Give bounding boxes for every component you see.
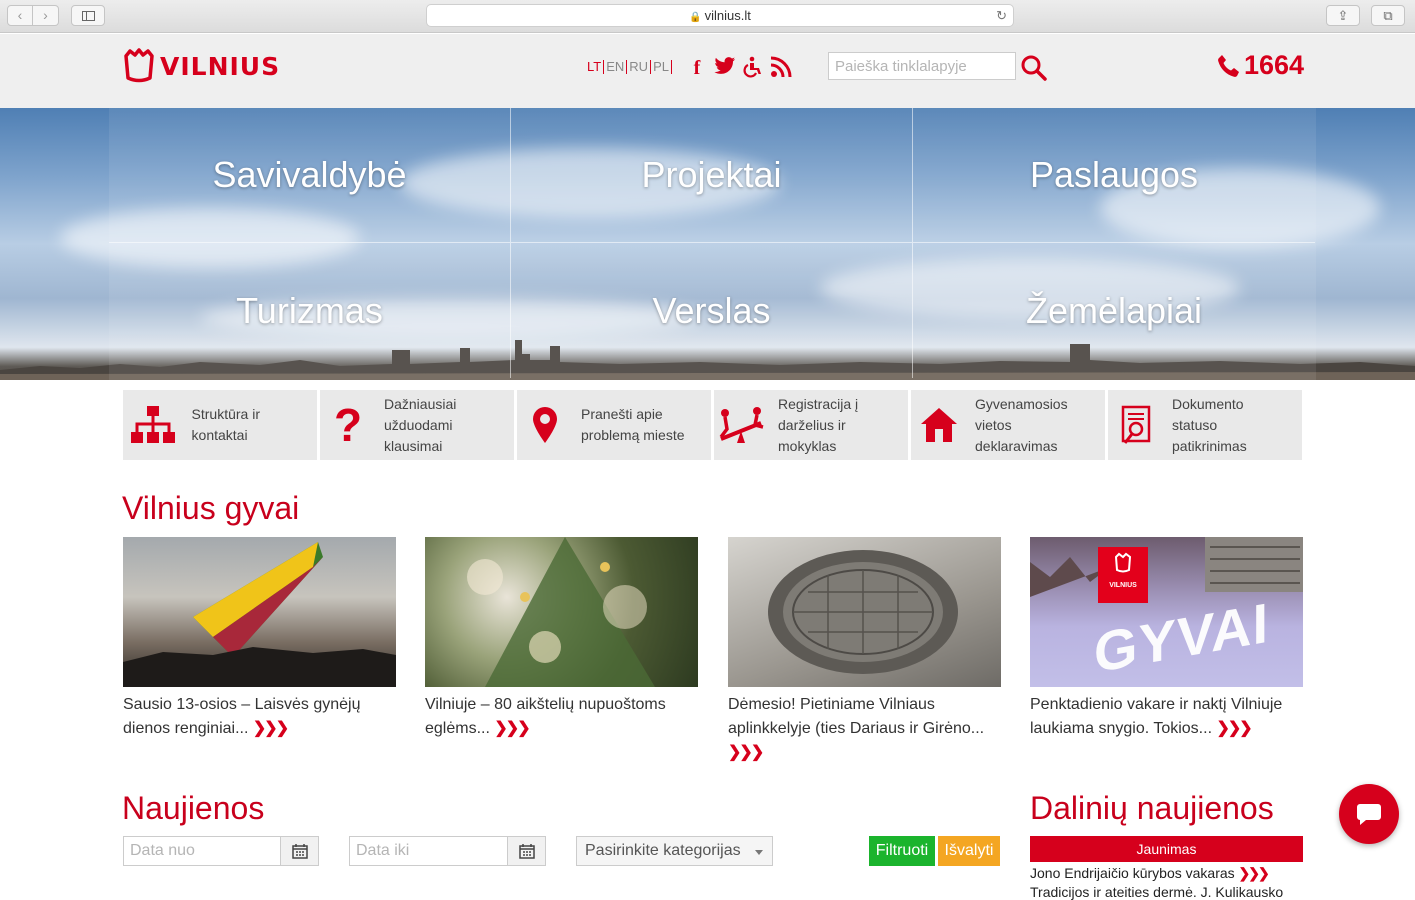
clear-button[interactable]: Išvalyti [938, 836, 1000, 866]
lock-icon: 🔒 [689, 12, 702, 23]
calendar-icon[interactable] [280, 837, 318, 865]
quick-link-label: Dažniausiai užduodami klausimai [384, 395, 457, 454]
date-from-field[interactable] [123, 836, 319, 866]
live-card[interactable]: Dėmesio! Pietiniame Vilniaus aplinkkelyj… [728, 537, 1001, 765]
document-search-icon [1121, 405, 1151, 444]
site-logo[interactable]: VILNIUS [122, 48, 280, 84]
lang-en[interactable]: EN [604, 60, 628, 74]
hero-tile-savivaldybe[interactable]: Savivaldybė [109, 108, 511, 243]
site-header: VILNIUS LT EN RU PL f 1664 [0, 34, 1415, 108]
district-news-item[interactable]: Jono Endrijaičio kūrybos vakaras ❯❯❯ [1030, 865, 1270, 882]
lang-pl[interactable]: PL [651, 60, 672, 74]
hero-tile-paslaugos[interactable]: Paslaugos [913, 108, 1315, 243]
lang-lt[interactable]: LT [585, 60, 605, 74]
twitter-icon[interactable] [714, 56, 736, 84]
reload-icon[interactable]: ↻ [996, 5, 1007, 26]
hotline-number: 1664 [1244, 50, 1305, 80]
hotline-phone[interactable]: 1664 [1216, 50, 1304, 81]
hero-tile-zemelapiai[interactable]: Žemėlapiai [913, 243, 1315, 378]
quick-link-label: Struktūra ir kontaktai [191, 406, 261, 443]
live-section-title: Vilnius gyvai [122, 490, 300, 526]
live-card[interactable]: VILNIUS GYVAI Penktadienio vakare ir nak… [1030, 537, 1303, 741]
question-icon: ? [333, 399, 363, 451]
filter-button[interactable]: Filtruoti [869, 836, 935, 866]
social-links: f [686, 56, 792, 84]
hero-menu: Savivaldybė Projektai Paslaugos Turizmas… [109, 108, 1316, 380]
live-card[interactable]: Sausio 13-osios – Laisvės gynėjų dienos … [123, 537, 396, 741]
hero-tile-projektai[interactable]: Projektai [511, 108, 913, 243]
card-image: VILNIUS GYVAI [1030, 537, 1303, 687]
share-button[interactable]: ⇪ [1326, 5, 1360, 26]
lang-ru[interactable]: RU [627, 60, 652, 74]
quick-link-residence[interactable]: Gyvenamosios vietos deklaravimas [911, 390, 1105, 460]
forward-button[interactable]: › [33, 5, 59, 26]
url-text: vilnius.lt [704, 8, 751, 23]
language-switcher: LT EN RU PL [585, 60, 672, 74]
facebook-icon[interactable]: f [686, 56, 708, 84]
live-card[interactable]: Vilniuje – 80 aikštelių nupuoštoms eglėm… [425, 537, 698, 741]
banner-badge: VILNIUS [1109, 582, 1137, 589]
district-category-tab[interactable]: Jaunimas [1030, 836, 1303, 862]
tabs-overview-button[interactable]: ⧉ [1371, 5, 1405, 26]
logo-text: VILNIUS [160, 51, 281, 81]
card-title: Sausio 13-osios – Laisvės gynėjų dienos … [123, 696, 361, 737]
vilnius-shield-icon [124, 48, 154, 83]
card-image [123, 537, 396, 687]
chat-bubble-icon [1357, 804, 1381, 825]
quick-link-report-problem[interactable]: Pranešti apie problemą mieste [517, 390, 711, 460]
quick-link-label: Gyvenamosios vietos deklaravimas [975, 395, 1068, 454]
district-news-item[interactable]: Tradicijos ir ateities dermė. J. Kulikau… [1030, 884, 1283, 900]
date-from-input[interactable] [124, 837, 280, 865]
phone-icon [1218, 54, 1239, 77]
calendar-icon[interactable] [507, 837, 545, 865]
quick-link-label: Registracija į darželius ir mokyklas [778, 395, 859, 454]
back-button[interactable]: ‹ [7, 5, 33, 26]
browser-toolbar: ‹ › 🔒 vilnius.lt ↻ ⇪ ⧉ [0, 0, 1415, 33]
map-pin-icon [533, 407, 557, 443]
quick-link-label: Pranešti apie problemą mieste [581, 406, 685, 443]
chat-button[interactable] [1339, 784, 1399, 844]
category-select[interactable]: Pasirinkite kategorijas [576, 836, 773, 866]
sidebar-toggle-button[interactable] [71, 5, 105, 26]
history-nav: ‹ › [7, 5, 59, 26]
district-section-title: Dalinių naujienos [1030, 790, 1274, 826]
card-title: Dėmesio! Pietiniame Vilniaus aplinkkelyj… [728, 696, 985, 737]
date-to-field[interactable] [349, 836, 546, 866]
date-to-input[interactable] [350, 837, 506, 865]
card-image [425, 537, 698, 687]
search-icon[interactable] [1020, 54, 1048, 82]
quick-link-label: Dokumento statuso patikrinimas [1172, 395, 1247, 454]
hero-banner: Savivaldybė Projektai Paslaugos Turizmas… [0, 108, 1415, 380]
card-title: Vilniuje – 80 aikštelių nupuoštoms eglėm… [425, 696, 666, 737]
news-section-title: Naujienos [122, 790, 265, 826]
sidebar-icon [82, 11, 95, 21]
quick-links: Struktūra ir kontaktai ? Dažniausiai užd… [123, 390, 1302, 460]
quick-link-faq[interactable]: ? Dažniausiai užduodami klausimai [320, 390, 514, 460]
quick-link-structure[interactable]: Struktūra ir kontaktai [123, 390, 317, 460]
search-input[interactable] [828, 52, 1016, 80]
card-image [728, 537, 1001, 687]
home-icon [921, 408, 957, 442]
hero-tile-verslas[interactable]: Verslas [511, 243, 913, 378]
read-more-icon[interactable]: ❯❯❯ [728, 744, 764, 761]
read-more-icon[interactable]: ❯❯❯ [253, 720, 289, 737]
playground-icon [719, 407, 764, 443]
read-more-icon[interactable]: ❯❯❯ [494, 720, 530, 737]
rss-icon[interactable] [770, 56, 792, 84]
read-more-icon: ❯❯❯ [1238, 865, 1270, 881]
hero-tile-turizmas[interactable]: Turizmas [109, 243, 511, 378]
quick-link-registration[interactable]: Registracija į darželius ir mokyklas [714, 390, 908, 460]
read-more-icon[interactable]: ❯❯❯ [1216, 720, 1252, 737]
quick-link-document-status[interactable]: Dokumento statuso patikrinimas [1108, 390, 1302, 460]
address-bar[interactable]: 🔒 vilnius.lt ↻ [426, 4, 1014, 27]
org-structure-icon [131, 406, 176, 443]
district-news-title: Jono Endrijaičio kūrybos vakaras [1030, 865, 1235, 881]
accessibility-icon[interactable] [742, 56, 764, 84]
